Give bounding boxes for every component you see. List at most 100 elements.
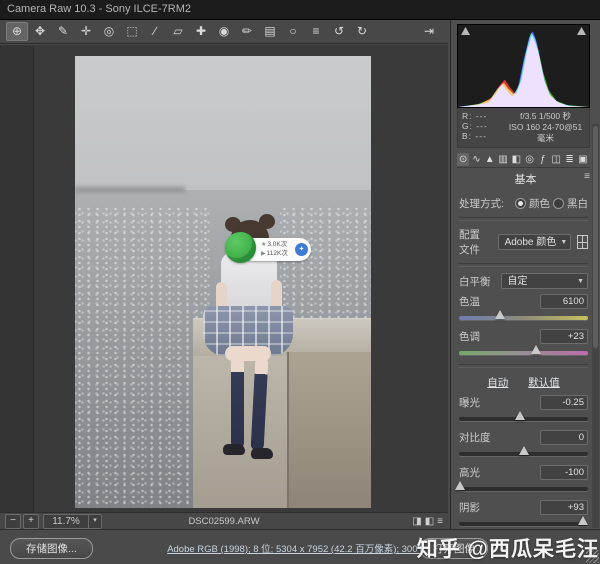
- slider-thumb[interactable]: [495, 310, 505, 319]
- star-icon: ★: [261, 242, 266, 248]
- divider: [459, 263, 588, 267]
- tab-basic[interactable]: ⊙: [457, 153, 469, 166]
- sticker-count-row: ▶112K次: [261, 250, 288, 259]
- slider-shadows: 阴影+93: [459, 500, 588, 526]
- treatment-row: 处理方式: 颜色 黑白: [459, 196, 588, 211]
- fullscreen-toggle-icon[interactable]: ⇥: [418, 22, 440, 41]
- rgb-label: G:: [462, 121, 476, 131]
- tab-snapshots[interactable]: ▣: [577, 153, 589, 166]
- slider-thumb[interactable]: [531, 345, 541, 354]
- filter-menu-icon[interactable]: ≡: [305, 22, 327, 41]
- crop-tool-icon[interactable]: ⬚: [121, 22, 143, 41]
- toolbar: ⊕✥✎✛◎⬚∕▱✚◉✏▤○≡↺↻ ⇥: [0, 20, 448, 44]
- slider-track[interactable]: [459, 316, 588, 320]
- before-after-view-icon[interactable]: ◨: [412, 516, 421, 527]
- slider-label: 对比度: [459, 430, 491, 445]
- tab-tone-curve[interactable]: ∿: [470, 153, 482, 166]
- auto-link[interactable]: 自动: [487, 375, 508, 390]
- slider-thumb[interactable]: [515, 411, 525, 420]
- slider-thumb[interactable]: [455, 481, 465, 490]
- play-icon: ▶: [261, 251, 266, 257]
- zoom-tool-icon[interactable]: ⊕: [6, 22, 28, 41]
- radio-color-label[interactable]: 颜色: [529, 196, 550, 211]
- slider-track[interactable]: [459, 522, 588, 526]
- histogram: [457, 24, 590, 108]
- color-sampler-tool-icon[interactable]: ✛: [75, 22, 97, 41]
- photo-preview[interactable]: ★3.0K次▶112K次 ✦: [75, 56, 371, 508]
- auto-default-row: 自动 默认值: [459, 375, 588, 390]
- watermark-text: 知乎 @西瓜呆毛汪: [417, 533, 599, 563]
- zoom-out-button[interactable]: −: [5, 514, 21, 529]
- tab-hsl-grayscale[interactable]: ▥: [497, 153, 509, 166]
- graduated-filter-tool-icon[interactable]: ▤: [259, 22, 281, 41]
- treatment-options: 颜色 黑白: [515, 196, 588, 211]
- radio-bw[interactable]: [553, 198, 564, 209]
- panel-menu-icon[interactable]: ≡: [584, 171, 590, 182]
- sticker-green-emoji-icon: [225, 232, 256, 263]
- hand-tool-icon[interactable]: ✥: [29, 22, 51, 41]
- filename-label: DSC02599.ARW: [188, 516, 259, 527]
- rgb-row: G: ---: [462, 121, 506, 131]
- zoom-level-value[interactable]: 11.7%: [43, 514, 89, 529]
- rotate-right-tool-icon[interactable]: ↻: [351, 22, 373, 41]
- adjustment-brush-tool-icon[interactable]: ✏: [236, 22, 258, 41]
- slider-head: 色温 6100: [459, 294, 588, 309]
- profile-value: Adobe 颜色: [505, 237, 557, 248]
- window-title: Camera Raw 10.3 - Sony ILCE-7RM2: [0, 0, 600, 20]
- rgb-value: ---: [476, 121, 488, 131]
- tab-detail[interactable]: ▲: [484, 153, 496, 166]
- slider-contrast: 对比度 0: [459, 430, 588, 456]
- camera-raw-window: Camera Raw 10.3 - Sony ILCE-7RM2 ⊕✥✎✛◎⬚∕…: [0, 0, 600, 564]
- slider-thumb[interactable]: [519, 446, 529, 455]
- zoom-in-button[interactable]: +: [23, 514, 39, 529]
- photo-wall-block: [287, 352, 371, 508]
- spot-removal-tool-icon[interactable]: ✚: [190, 22, 212, 41]
- white-balance-select[interactable]: 自定 ▼: [501, 273, 589, 289]
- white-balance-tool-icon[interactable]: ✎: [52, 22, 74, 41]
- tab-presets[interactable]: ≣: [563, 153, 575, 166]
- targeted-adjustment-tool-icon[interactable]: ◎: [98, 22, 120, 41]
- tab-lens-corrections[interactable]: ◎: [523, 153, 535, 166]
- panel-scrollbar[interactable]: [592, 124, 599, 528]
- preview-settings-icon[interactable]: ≡: [437, 516, 443, 527]
- slider-head: 阴影+93: [459, 500, 588, 515]
- profile-select[interactable]: Adobe 颜色 ▼: [498, 234, 572, 250]
- histogram-plot: [458, 25, 589, 107]
- profile-browser-icon[interactable]: [577, 235, 588, 249]
- slider-value[interactable]: 6100: [540, 294, 588, 309]
- toolbar-tools: ⊕✥✎✛◎⬚∕▱✚◉✏▤○≡↺↻: [6, 22, 374, 41]
- before-after-swap-icon[interactable]: ◧: [425, 516, 434, 527]
- tab-split-toning[interactable]: ◧: [510, 153, 522, 166]
- slider-thumb[interactable]: [578, 516, 588, 525]
- slider-track[interactable]: [459, 487, 588, 491]
- tab-effects[interactable]: ƒ: [537, 153, 549, 166]
- rotate-left-tool-icon[interactable]: ↺: [328, 22, 350, 41]
- slider-label: 高光: [459, 465, 480, 480]
- panel-scrollbar-thumb[interactable]: [593, 126, 598, 348]
- sticker-count-row: ★3.0K次: [261, 241, 288, 250]
- preview-canvas: ★3.0K次▶112K次 ✦: [0, 45, 448, 512]
- radio-bw-label[interactable]: 黑白: [567, 196, 588, 211]
- slider-value[interactable]: +23: [540, 329, 588, 344]
- white-balance-label: 白平衡: [459, 274, 491, 289]
- slider-value[interactable]: 0: [540, 430, 588, 445]
- slider-value[interactable]: -100: [540, 465, 588, 480]
- red-eye-tool-icon[interactable]: ◉: [213, 22, 235, 41]
- slider-track[interactable]: [459, 417, 588, 421]
- photo-sky: [75, 56, 371, 192]
- radial-filter-tool-icon[interactable]: ○: [282, 22, 304, 41]
- radio-color[interactable]: [515, 198, 526, 209]
- default-link[interactable]: 默认值: [528, 375, 560, 390]
- slider-label: 色温: [459, 294, 480, 309]
- slider-label: 色调: [459, 329, 480, 344]
- slider-value[interactable]: +93: [540, 500, 588, 515]
- transform-tool-icon[interactable]: ▱: [167, 22, 189, 41]
- photo-sea-sparkle: [280, 206, 371, 326]
- tab-camera-calibration[interactable]: ◫: [550, 153, 562, 166]
- zoom-level-dropdown[interactable]: ▾: [89, 514, 102, 529]
- slider-track[interactable]: [459, 452, 588, 456]
- profile-label: 配置文件: [459, 227, 490, 257]
- slider-track[interactable]: [459, 351, 588, 355]
- slider-value[interactable]: -0.25: [540, 395, 588, 410]
- straighten-tool-icon[interactable]: ∕: [144, 22, 166, 41]
